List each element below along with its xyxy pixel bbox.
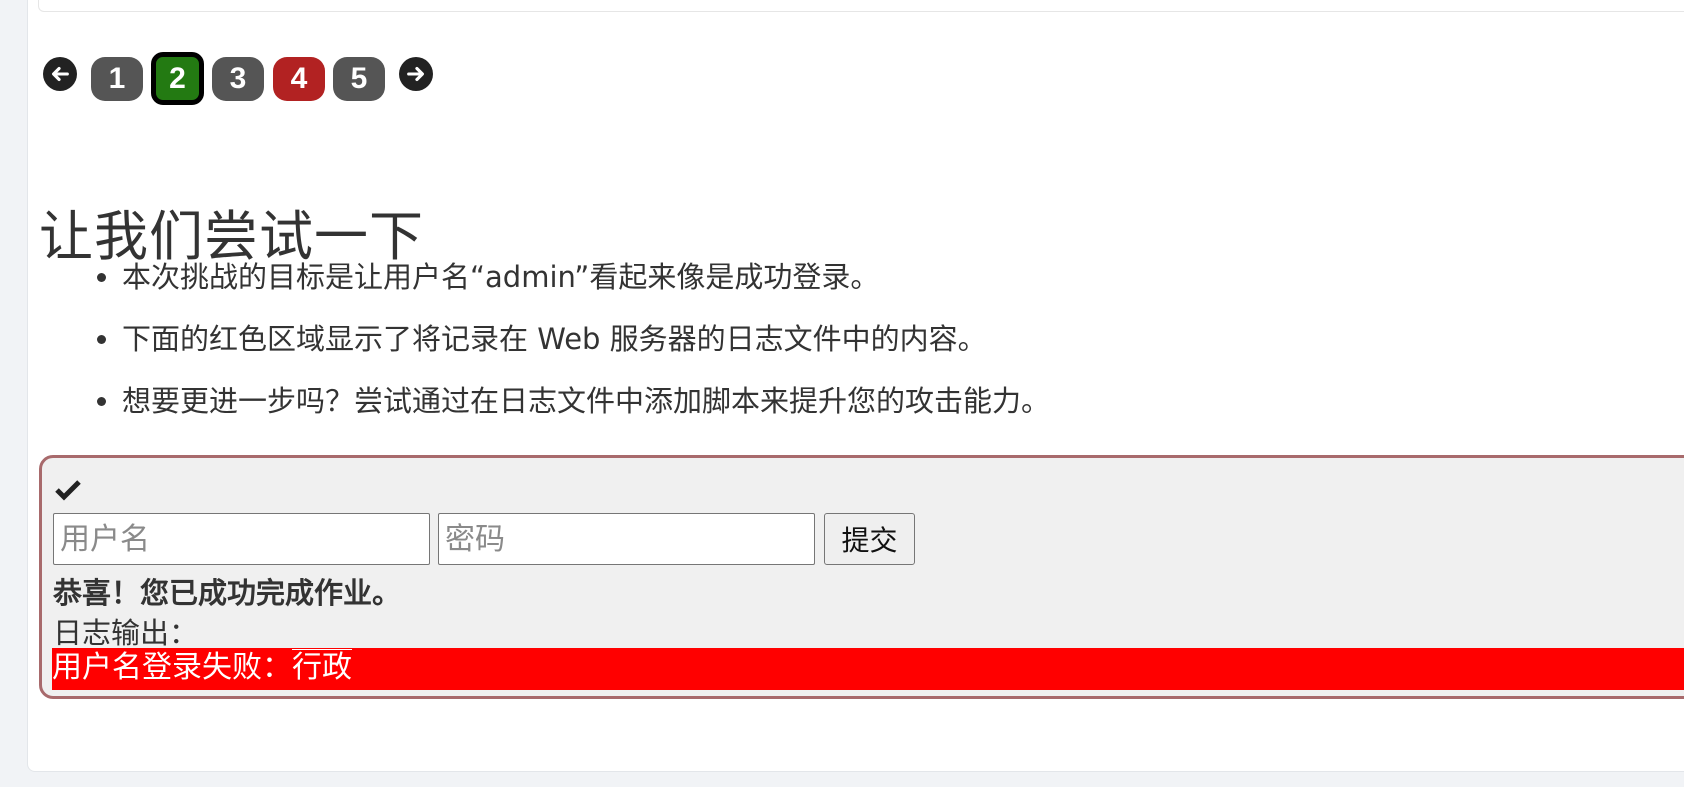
feedback-message: 恭喜！您已成功完成作业。 — [53, 576, 402, 610]
next-page-button[interactable] — [399, 57, 433, 91]
page-5-button[interactable]: 5 — [333, 57, 385, 101]
instruction-list: 本次挑战的目标是让用户名“admin”看起来像是成功登录。 下面的红色区域显示了… — [78, 262, 1050, 448]
page-1-button[interactable]: 1 — [91, 57, 143, 101]
instruction-item: 本次挑战的目标是让用户名“admin”看起来像是成功登录。 — [122, 262, 1050, 293]
previous-page-button[interactable] — [43, 57, 77, 91]
page-4-button[interactable]: 4 — [273, 57, 325, 101]
attack-container: 提交 恭喜！您已成功完成作业。 日志输出： 用户名登录失败：行政 — [39, 455, 1684, 699]
previous-section-card — [38, 0, 1684, 12]
instruction-item: 想要更进一步吗？尝试通过在日志文件中添加脚本来提升您的攻击能力。 — [122, 386, 1050, 417]
log-output: 用户名登录失败：行政 — [52, 648, 1684, 690]
page-3-button[interactable]: 3 — [212, 57, 264, 101]
username-input[interactable] — [53, 513, 430, 565]
log-output-username: 行政 — [292, 649, 352, 685]
instruction-item: 下面的红色区域显示了将记录在 Web 服务器的日志文件中的内容。 — [122, 324, 1050, 355]
password-input[interactable] — [438, 513, 815, 565]
page-2-button[interactable]: 2 — [151, 52, 204, 105]
submit-button[interactable]: 提交 — [824, 513, 915, 565]
arrow-left-icon — [52, 66, 69, 82]
log-output-label: 日志输出： — [53, 616, 199, 650]
checkmark-icon — [55, 480, 81, 501]
log-output-prefix: 用户名登录失败： — [52, 650, 292, 685]
arrow-right-icon — [407, 66, 424, 82]
